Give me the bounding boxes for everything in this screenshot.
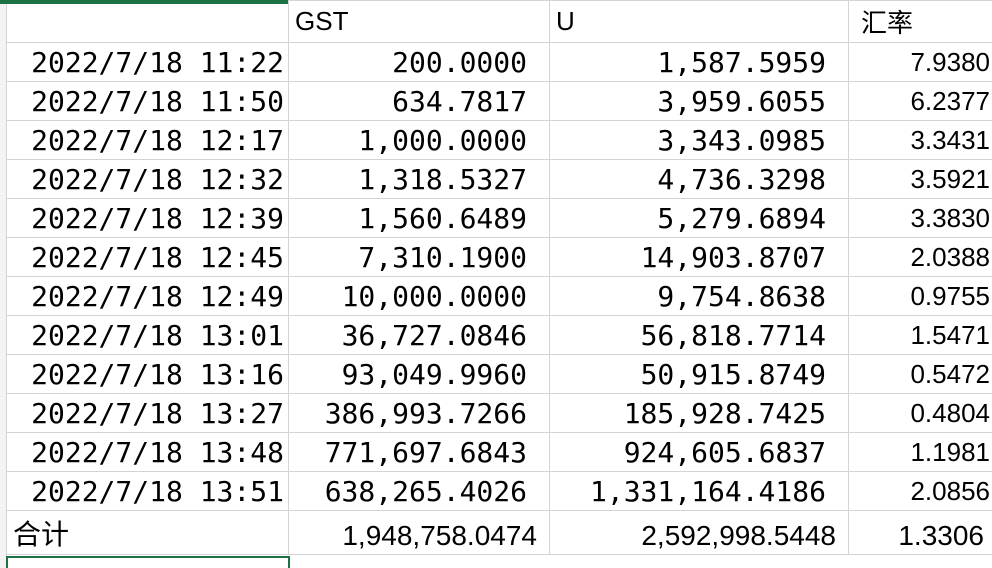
cell-gst[interactable]: 386,993.7266 (288, 393, 550, 433)
header-cell-u[interactable]: U (549, 0, 849, 43)
table-row: 2022/7/18 13:51 638,265.4026 1,331,164.418… (0, 471, 992, 511)
table-row: 2022/7/18 13:01 36,727.0846 56,818.7714 1.5… (0, 315, 992, 355)
cell-u[interactable]: 5,279.6894 (549, 198, 849, 238)
cell-rate[interactable]: 6.2377 (848, 81, 992, 121)
cell-time[interactable]: 2022/7/18 13:16 (0, 354, 289, 394)
cell-gst[interactable]: 1,560.6489 (288, 198, 550, 238)
spreadsheet: GST U 汇率 2022/7/18 11:22 200.0000 1,587.59… (0, 0, 992, 568)
cell-time[interactable]: 2022/7/18 11:22 (0, 42, 289, 82)
cell-rate[interactable]: 0.4804 (848, 393, 992, 433)
cell-u[interactable]: 185,928.7425 (549, 393, 849, 433)
cell-rate[interactable]: 0.9755 (848, 276, 992, 316)
cell-u[interactable]: 4,736.3298 (549, 159, 849, 199)
total-gst-cell[interactable]: 1,948,758.0474 (288, 510, 550, 555)
cell-rate[interactable]: 1.5471 (848, 315, 992, 355)
cell-u[interactable]: 9,754.8638 (549, 276, 849, 316)
cell-u[interactable]: 1,587.5959 (549, 42, 849, 82)
selection-indicator-top (0, 0, 288, 4)
header-row: GST U 汇率 (0, 0, 992, 43)
cell-u[interactable]: 924,605.6837 (549, 432, 849, 472)
cell-rate[interactable]: 3.3431 (848, 120, 992, 160)
cell-time[interactable]: 2022/7/18 13:27 (0, 393, 289, 433)
cell-u[interactable]: 14,903.8707 (549, 237, 849, 277)
total-row: 合计 1,948,758.0474 2,592,998.5448 1.3306 (0, 510, 992, 555)
cell-gst[interactable]: 1,000.0000 (288, 120, 550, 160)
cell-u[interactable]: 56,818.7714 (549, 315, 849, 355)
table-row: 2022/7/18 12:49 10,000.0000 9,754.8638 0.97… (0, 276, 992, 316)
cell-time[interactable]: 2022/7/18 12:39 (0, 198, 289, 238)
cell-rate[interactable]: 3.5921 (848, 159, 992, 199)
cell-rate[interactable]: 2.0856 (848, 471, 992, 511)
cell-time[interactable]: 2022/7/18 13:51 (0, 471, 289, 511)
cell-gst[interactable]: 771,697.6843 (288, 432, 550, 472)
cell-time[interactable]: 2022/7/18 11:50 (0, 81, 289, 121)
header-cell-gst[interactable]: GST (288, 0, 550, 43)
cell-gst[interactable]: 36,727.0846 (288, 315, 550, 355)
cell-gst[interactable]: 93,049.9960 (288, 354, 550, 394)
table-row: 2022/7/18 12:45 7,310.1900 14,903.8707 2.03… (0, 237, 992, 277)
total-label-cell[interactable]: 合计 (0, 510, 289, 555)
total-rate-cell[interactable]: 1.3306 (848, 510, 992, 555)
header-cell-rate[interactable]: 汇率 (848, 0, 992, 43)
table-row: 2022/7/18 11:50 634.7817 3,959.6055 6.2377 (0, 81, 992, 121)
total-u-cell[interactable]: 2,592,998.5448 (549, 510, 849, 555)
cell-rate[interactable]: 7.9380 (848, 42, 992, 82)
cell-u[interactable]: 50,915.8749 (549, 354, 849, 394)
table-row: 2022/7/18 13:16 93,049.9960 50,915.8749 0.5… (0, 354, 992, 394)
table-row: 2022/7/18 13:48 771,697.6843 924,605.6837 1… (0, 432, 992, 472)
table-row: 2022/7/18 12:39 1,560.6489 5,279.6894 3.383… (0, 198, 992, 238)
active-cell-selection[interactable] (6, 556, 290, 568)
table-row: 2022/7/18 13:27 386,993.7266 185,928.7425 0… (0, 393, 992, 433)
cell-time[interactable]: 2022/7/18 13:01 (0, 315, 289, 355)
cell-gst[interactable]: 10,000.0000 (288, 276, 550, 316)
table-row: 2022/7/18 12:32 1,318.5327 4,736.3298 3.592… (0, 159, 992, 199)
header-cell-time[interactable] (0, 0, 289, 43)
cell-gst[interactable]: 1,318.5327 (288, 159, 550, 199)
cell-time[interactable]: 2022/7/18 12:17 (0, 120, 289, 160)
cell-u[interactable]: 3,959.6055 (549, 81, 849, 121)
cell-u[interactable]: 3,343.0985 (549, 120, 849, 160)
cell-time[interactable]: 2022/7/18 12:49 (0, 276, 289, 316)
cell-gst[interactable]: 634.7817 (288, 81, 550, 121)
cell-rate[interactable]: 0.5472 (848, 354, 992, 394)
cell-gst[interactable]: 200.0000 (288, 42, 550, 82)
cell-rate[interactable]: 1.1981 (848, 432, 992, 472)
cell-rate[interactable]: 2.0388 (848, 237, 992, 277)
cell-time[interactable]: 2022/7/18 12:45 (0, 237, 289, 277)
row-header-strip (0, 0, 7, 568)
cell-rate[interactable]: 3.3830 (848, 198, 992, 238)
data-grid: GST U 汇率 2022/7/18 11:22 200.0000 1,587.59… (0, 0, 992, 555)
table-row: 2022/7/18 11:22 200.0000 1,587.5959 7.9380 (0, 42, 992, 82)
cell-gst[interactable]: 638,265.4026 (288, 471, 550, 511)
cell-time[interactable]: 2022/7/18 13:48 (0, 432, 289, 472)
table-row: 2022/7/18 12:17 1,000.0000 3,343.0985 3.343… (0, 120, 992, 160)
cell-u[interactable]: 1,331,164.4186 (549, 471, 849, 511)
cell-time[interactable]: 2022/7/18 12:32 (0, 159, 289, 199)
cell-gst[interactable]: 7,310.1900 (288, 237, 550, 277)
